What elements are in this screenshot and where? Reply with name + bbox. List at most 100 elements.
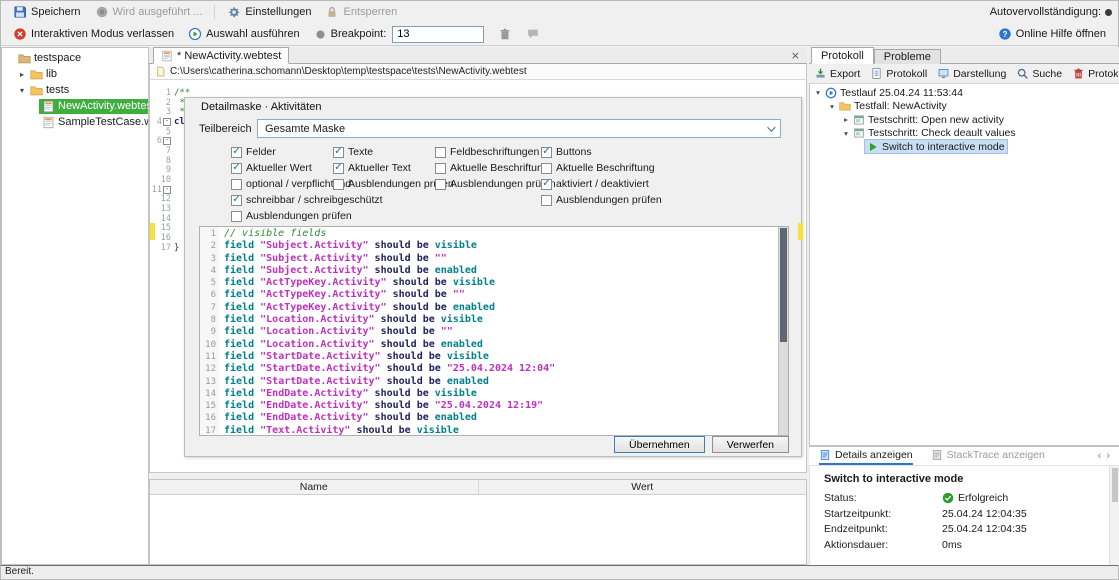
code-line: // visible fields [224, 228, 778, 240]
dsl-code[interactable]: // visible fieldsfield "Subject.Activity… [219, 227, 778, 435]
checkbox-option[interactable]: ✓aktiviert / deaktiviert [541, 178, 793, 190]
export-button[interactable]: Export [814, 67, 860, 80]
checkbox-checked-icon[interactable]: ✓ [231, 195, 242, 206]
checkbox-option[interactable]: optional / verpflichtend [231, 178, 333, 190]
tree-item[interactable]: NewActivity.webtest [2, 98, 148, 114]
checkbox-checked-icon[interactable]: ✓ [333, 147, 344, 158]
suche-label: Suche [1032, 68, 1062, 80]
leave-interactive-button[interactable]: Interaktiven Modus verlassen [7, 25, 180, 43]
details-row: Status:Erfolgreich [824, 492, 1106, 504]
nav-left-icon[interactable]: ‹ [1098, 450, 1102, 462]
settings-button[interactable]: Einstellungen [221, 3, 317, 21]
clear-log-button[interactable]: Protokoll leeren [1072, 67, 1119, 80]
tree-item[interactable]: testspace [2, 50, 148, 66]
checkbox-option[interactable]: Feldbeschriftungen [435, 146, 541, 158]
apply-button[interactable]: Übernehmen [614, 436, 705, 453]
nav-right-icon[interactable]: › [1106, 450, 1110, 462]
checkbox-option[interactable]: ✓Felder [231, 146, 333, 158]
table-header: Name Wert [150, 480, 806, 495]
autocomplete-indicator-icon[interactable] [1105, 9, 1112, 16]
line-number: 8 [200, 314, 216, 326]
checkbox-option[interactable]: Ausblendungen prüfen [333, 178, 435, 190]
details-scrollbar[interactable] [1109, 466, 1119, 565]
tab-probleme[interactable]: Probleme [874, 49, 941, 64]
dsl-code-editor[interactable]: 123456789101112131415161718 // visible f… [199, 226, 789, 436]
checkbox-unchecked-icon[interactable] [231, 179, 242, 190]
settings-icon [227, 5, 241, 19]
online-help-button[interactable]: ? Online Hilfe öffnen [992, 25, 1112, 43]
comment-icon [526, 27, 540, 41]
checkbox-label: Buttons [556, 146, 592, 158]
form-buttons: Übernehmen Verwerfen [614, 436, 789, 453]
teilbereich-select[interactable]: Gesamte Maske [257, 119, 781, 138]
run-selection-button[interactable]: Auswahl ausführen [182, 25, 306, 43]
checkbox-unchecked-icon[interactable] [231, 211, 242, 222]
close-icon[interactable]: × [791, 49, 800, 62]
checkbox-option[interactable]: Ausblendungen prüfen [231, 210, 333, 222]
darstellung-button[interactable]: Darstellung [937, 67, 1006, 80]
search-icon [1016, 67, 1029, 80]
tab-details[interactable]: Details anzeigen [819, 447, 913, 465]
checkbox-checked-icon[interactable]: ✓ [541, 179, 552, 190]
code-line: field "StartDate.Activity" should be vis… [224, 351, 778, 363]
checkbox-option[interactable]: Aktuelle Beschriftung [541, 162, 793, 174]
tree-item[interactable]: ▾Testschritt: Check deault values [810, 127, 1119, 141]
details-label: Status: [824, 492, 942, 504]
chevron-down-icon[interactable]: ▾ [827, 102, 837, 111]
checkbox-checked-icon[interactable]: ✓ [333, 163, 344, 174]
fold-marker-icon[interactable]: - [163, 118, 171, 126]
column-header-name[interactable]: Name [150, 480, 479, 494]
editor-tab[interactable]: * NewActivity.webtest [153, 47, 289, 64]
comment-button [520, 25, 546, 43]
details-doc-icon [819, 449, 831, 461]
tree-item[interactable]: ▸Testschritt: Open new activity [810, 113, 1119, 127]
export-label: Export [830, 68, 860, 80]
checkbox-unchecked-icon[interactable] [541, 163, 552, 174]
fold-marker-icon[interactable]: - [163, 137, 171, 145]
checkbox-checked-icon[interactable]: ✓ [231, 147, 242, 158]
protokoll-button[interactable]: Protokoll [870, 67, 927, 80]
checkbox-option[interactable]: ✓ Buttons [541, 146, 793, 158]
checkbox-option[interactable]: ✓Texte [333, 146, 435, 158]
breakpoint-input[interactable] [392, 26, 484, 43]
checkbox-unchecked-icon[interactable] [435, 163, 446, 174]
checkbox-option[interactable]: ✓Aktueller Text [333, 162, 435, 174]
lock-icon [325, 5, 339, 19]
checkbox-option[interactable]: ✓Aktueller Wert [231, 162, 333, 174]
chevron-right-icon[interactable]: ▸ [17, 70, 27, 79]
tree-item[interactable]: SampleTestCase.webtest [2, 114, 148, 130]
column-header-wert[interactable]: Wert [479, 480, 807, 494]
suche-button[interactable]: Suche [1016, 67, 1062, 80]
checkbox-option[interactable]: ✓schreibbar / schreibgeschützt [231, 194, 333, 206]
stacktrace-doc-icon [931, 449, 943, 461]
running-indicator: Wird ausgeführt ... [89, 3, 209, 21]
checkbox-option[interactable]: Aktuelle Beschriftung [435, 162, 541, 174]
checkbox-checked-icon[interactable]: ✓ [231, 163, 242, 174]
checkbox-unchecked-icon[interactable] [541, 195, 552, 206]
fold-marker-icon[interactable]: - [163, 186, 171, 194]
checkbox-option[interactable]: Ausblendungen prüfen [435, 178, 541, 190]
checkbox-unchecked-icon[interactable] [333, 179, 344, 190]
chevron-down-icon[interactable]: ▾ [841, 129, 851, 138]
tree-item[interactable]: ▸lib [2, 66, 148, 82]
discard-button[interactable]: Verwerfen [712, 436, 789, 453]
checkbox-option[interactable]: Ausblendungen prüfen [541, 194, 793, 206]
line-number: 9 [200, 326, 216, 338]
tab-protokoll[interactable]: Protokoll [811, 47, 874, 64]
tree-item[interactable]: ▾Testlauf 25.04.24 11:53:44 [810, 86, 1119, 100]
scrollbar-thumb[interactable] [1112, 468, 1118, 502]
tree-item[interactable]: ▾Testfall: NewActivity [810, 100, 1119, 114]
checkbox-checked-icon[interactable]: ✓ [541, 147, 552, 158]
checkbox-unchecked-icon[interactable] [435, 147, 446, 158]
tab-stacktrace[interactable]: StackTrace anzeigen [931, 447, 1045, 465]
code-editor[interactable]: 1234-56-7891011-121314151617 /** * *cl} … [149, 80, 807, 473]
tree-item[interactable]: Switch to interactive mode [810, 140, 1119, 154]
chevron-right-icon[interactable]: ▸ [841, 115, 851, 124]
tree-item[interactable]: ▾tests [2, 82, 148, 98]
save-button[interactable]: Speichern [7, 3, 87, 21]
chevron-down-icon[interactable]: ▾ [17, 86, 27, 95]
chevron-down-icon[interactable]: ▾ [813, 88, 823, 97]
scrollbar-thumb[interactable] [780, 228, 787, 342]
dsl-scrollbar[interactable] [778, 227, 788, 435]
checkbox-unchecked-icon[interactable] [435, 179, 446, 190]
